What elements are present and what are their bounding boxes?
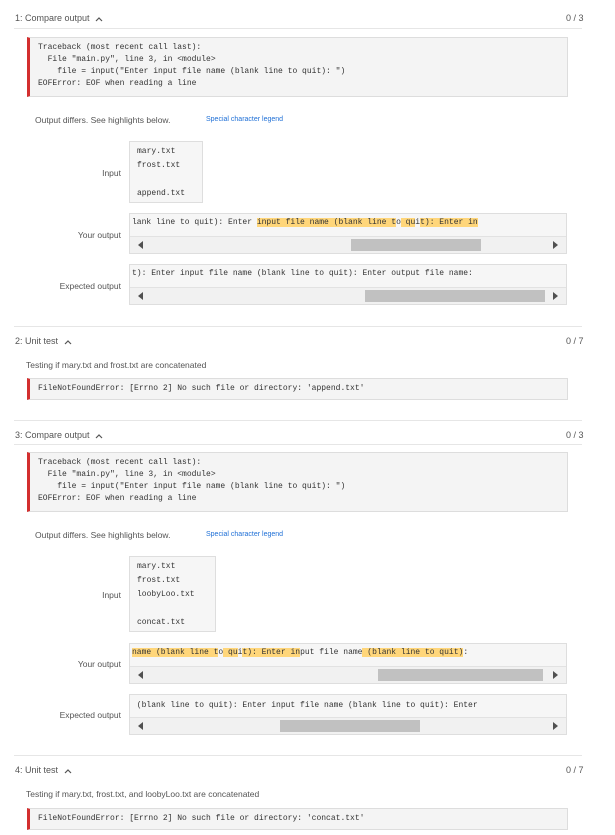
unit-test-error-box: FileNotFoundError: [Errno 2] No such fil… [27, 378, 568, 400]
section-divider [14, 755, 582, 756]
unit-test-error-box: FileNotFoundError: [Errno 2] No such fil… [27, 808, 568, 830]
input-box: mary.txt frost.txt append.txt [129, 141, 203, 203]
scroll-thumb[interactable] [280, 720, 420, 732]
expected-output-label: Expected output [59, 281, 121, 291]
unit-test-description: Testing if mary.txt, frost.txt, and loob… [26, 789, 260, 799]
section-title: 2: Unit test [15, 336, 59, 346]
traceback-box: Traceback (most recent call last): File … [27, 37, 568, 97]
score: 0 / 7 [566, 336, 584, 346]
traceback-box: Traceback (most recent call last): File … [27, 452, 568, 512]
score: 0 / 7 [566, 765, 584, 775]
section-3-header[interactable]: 3: Compare output [15, 430, 103, 440]
your-output-box: lank line to quit): Enter input file nam… [129, 213, 567, 254]
scroll-left-icon[interactable] [138, 671, 143, 679]
horizontal-scrollbar[interactable] [130, 717, 566, 734]
chevron-up-icon [95, 433, 103, 439]
scroll-thumb[interactable] [365, 290, 545, 302]
input-label: Input [102, 590, 121, 600]
special-character-legend-link[interactable]: Special character legend [206, 531, 283, 538]
chevron-up-icon [64, 339, 71, 345]
expected-output-box: (blank line to quit): Enter input file n… [129, 694, 567, 735]
horizontal-scrollbar[interactable] [130, 236, 566, 253]
your-output-text: lank line to quit): Enter input file nam… [132, 218, 478, 227]
chevron-up-icon [95, 16, 103, 22]
scroll-right-icon[interactable] [553, 292, 558, 300]
section-title: 1: Compare output [15, 13, 90, 23]
score: 0 / 3 [566, 13, 584, 23]
section-divider [14, 420, 582, 421]
scroll-left-icon[interactable] [138, 241, 143, 249]
expected-output-text: (blank line to quit): Enter input file n… [132, 701, 478, 710]
input-label: Input [102, 168, 121, 178]
expected-output-box: t): Enter input file name (blank line to… [129, 264, 567, 305]
expected-output-label: Expected output [59, 710, 121, 720]
your-output-text: name (blank line to quit): Enter input f… [132, 648, 469, 657]
horizontal-scrollbar[interactable] [130, 666, 566, 683]
special-character-legend-link[interactable]: Special character legend [206, 116, 283, 123]
scroll-thumb[interactable] [378, 669, 543, 681]
diff-note: Output differs. See highlights below. [35, 530, 171, 540]
section-4-header[interactable]: 4: Unit test [15, 765, 72, 775]
scroll-right-icon[interactable] [553, 722, 558, 730]
divider [14, 28, 582, 29]
section-1-header[interactable]: 1: Compare output [15, 13, 103, 23]
scroll-thumb[interactable] [351, 239, 481, 251]
divider [14, 444, 582, 445]
diff-note: Output differs. See highlights below. [35, 115, 171, 125]
scroll-right-icon[interactable] [553, 241, 558, 249]
scroll-left-icon[interactable] [138, 292, 143, 300]
scroll-right-icon[interactable] [553, 671, 558, 679]
section-title: 3: Compare output [15, 430, 90, 440]
your-output-box: name (blank line to quit): Enter input f… [129, 643, 567, 684]
horizontal-scrollbar[interactable] [130, 287, 566, 304]
section-title: 4: Unit test [15, 765, 59, 775]
section-2-header[interactable]: 2: Unit test [15, 336, 72, 346]
expected-output-text: t): Enter input file name (blank line to… [132, 269, 473, 278]
unit-test-description: Testing if mary.txt and frost.txt are co… [26, 360, 207, 370]
your-output-label: Your output [77, 659, 121, 669]
scroll-left-icon[interactable] [138, 722, 143, 730]
input-box: mary.txt frost.txt loobyLoo.txt concat.txt [129, 556, 216, 632]
score: 0 / 3 [566, 430, 584, 440]
your-output-label: Your output [77, 230, 121, 240]
chevron-up-icon [64, 768, 71, 774]
section-divider [14, 326, 582, 327]
